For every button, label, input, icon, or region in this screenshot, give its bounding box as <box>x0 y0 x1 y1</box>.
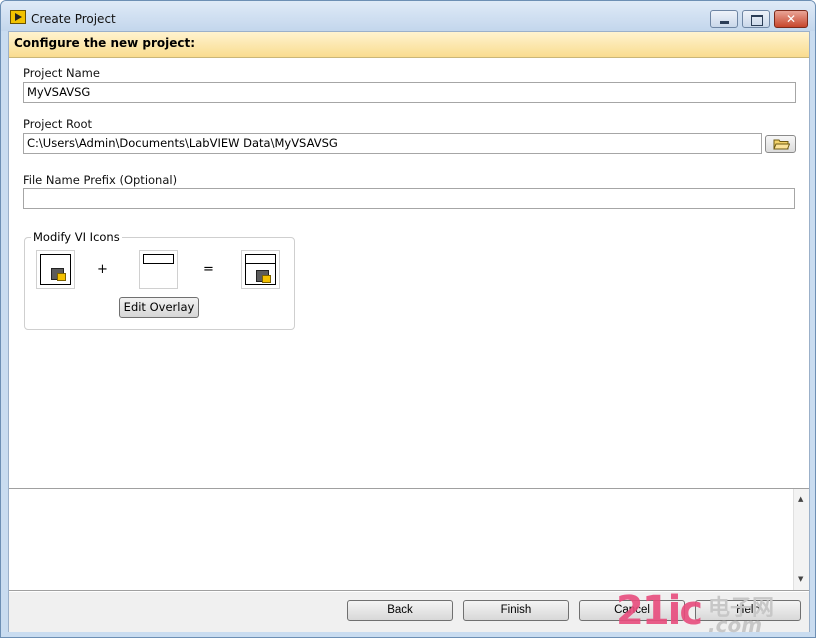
watermark-domain: .com <box>708 613 763 637</box>
base-vi-icon-preview <box>36 250 75 289</box>
step-header: Configure the new project: <box>9 32 809 58</box>
project-root-label: Project Root <box>23 117 93 131</box>
modify-vi-icons-title: Modify VI Icons <box>31 230 122 244</box>
window-title: Create Project <box>31 12 116 26</box>
overlay-icon-preview <box>139 250 178 289</box>
finish-button[interactable]: Finish <box>463 600 569 621</box>
project-name-label: Project Name <box>23 66 100 80</box>
dialog-client-area: Configure the new project: Project Name … <box>8 31 810 632</box>
project-root-input[interactable]: C:\Users\Admin\Documents\LabVIEW Data\My… <box>23 133 762 154</box>
overlay-band-icon <box>143 254 174 264</box>
create-project-window: Create Project Configure the new project… <box>0 0 816 638</box>
description-text-area[interactable]: ▲ ▼ <box>9 488 809 591</box>
watermark-logo: 21ic <box>616 588 703 634</box>
result-vi-icon-preview <box>241 250 280 289</box>
file-prefix-input[interactable] <box>23 188 795 209</box>
title-bar[interactable]: Create Project <box>1 1 815 31</box>
equals-sign: = <box>203 262 214 277</box>
browse-folder-button[interactable] <box>765 135 796 153</box>
back-button[interactable]: Back <box>347 600 453 621</box>
folder-icon <box>773 139 790 150</box>
description-scrollbar[interactable]: ▲ ▼ <box>793 489 809 590</box>
minimize-button[interactable] <box>710 10 738 28</box>
edit-overlay-button[interactable]: Edit Overlay <box>119 297 199 318</box>
vi-glyph-icon <box>256 270 271 283</box>
site-watermark: 21ic 电子网 .com <box>616 588 812 637</box>
file-prefix-label: File Name Prefix (Optional) <box>23 173 178 187</box>
vi-glyph-icon <box>51 268 66 281</box>
maximize-button[interactable] <box>742 10 770 28</box>
scroll-up-arrow-icon[interactable]: ▲ <box>798 495 803 503</box>
close-button[interactable] <box>774 10 808 28</box>
project-name-input[interactable]: MyVSAVSG <box>23 82 796 103</box>
labview-app-icon <box>10 10 26 24</box>
step-header-title: Configure the new project: <box>14 36 196 50</box>
scroll-down-arrow-icon[interactable]: ▼ <box>798 575 803 583</box>
overlay-divider <box>246 263 275 264</box>
plus-sign: + <box>97 262 108 277</box>
